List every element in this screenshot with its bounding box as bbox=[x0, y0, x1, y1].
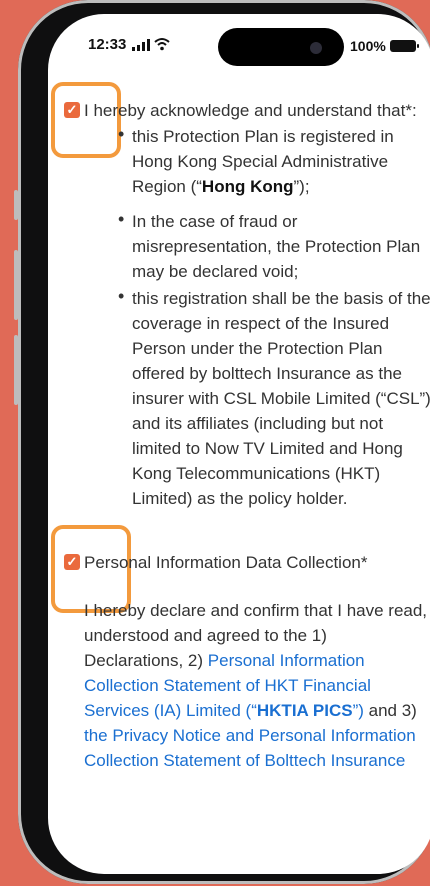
mute-switch bbox=[14, 190, 18, 220]
declaration-line3: Declarations, 2) Personal Information bbox=[84, 648, 365, 673]
bullet2-line3: may be declared void; bbox=[132, 262, 299, 281]
battery-percentage: 100% bbox=[350, 38, 386, 54]
bullet2-line2: misrepresentation, the Protection Plan bbox=[132, 237, 421, 256]
bullet3-line3: Person under the Protection Plan bbox=[132, 339, 383, 358]
declaration-line2: understood and agreed to the 1) bbox=[84, 626, 327, 645]
bullet-dot: • bbox=[118, 124, 125, 144]
hkt-pics-link[interactable]: Personal Information bbox=[208, 651, 365, 670]
link-post: ”) bbox=[352, 701, 364, 720]
hktia-pics-bold: HKTIA PICS bbox=[256, 701, 353, 720]
screen: 12:33 100% ✓ I hereby acknowledge and un… bbox=[48, 14, 430, 874]
bullet1-line3: Region (“Hong Kong”); bbox=[132, 174, 310, 199]
phone-frame: 12:33 100% ✓ I hereby acknowledge and un… bbox=[14, 0, 430, 884]
volume-down-button bbox=[14, 335, 18, 405]
volume-up-button bbox=[14, 250, 18, 320]
bullet1-line3-bold: Hong Kong bbox=[201, 177, 294, 196]
status-time: 12:33 bbox=[88, 36, 127, 53]
data-collection-title: Personal Information Data Collection* bbox=[84, 553, 368, 572]
bullet1-line3-post: ”); bbox=[293, 177, 310, 196]
camera-icon bbox=[310, 42, 322, 54]
status-bar: 12:33 100% bbox=[48, 14, 430, 74]
declaration-line5: Services (IA) Limited (“HKTIA PICS”) and… bbox=[84, 698, 417, 723]
link-pre: Services (IA) Limited (“ bbox=[84, 701, 257, 720]
battery-icon bbox=[390, 40, 419, 52]
wifi-icon bbox=[154, 38, 170, 51]
acknowledge-intro: I hereby acknowledge and understand that… bbox=[84, 101, 417, 120]
bullet3-line2: coverage in respect of the Insured bbox=[132, 314, 390, 333]
signal-icon bbox=[132, 39, 150, 51]
declaration-line1: I hereby declare and confirm that I have… bbox=[84, 601, 428, 620]
declaration-line5-post: and 3) bbox=[363, 701, 417, 720]
bullet1-line1: this Protection Plan is registered in bbox=[132, 127, 394, 146]
hkt-pics-link-line3[interactable]: Services (IA) Limited (“HKTIA PICS”) bbox=[84, 701, 364, 720]
bullet-dot: • bbox=[118, 209, 125, 229]
bullet3-line5: insurer with CSL Mobile Limited (“CSL”) bbox=[132, 389, 430, 408]
bullet-dot: • bbox=[118, 286, 125, 306]
bullet3-line4: offered by bolttech Insurance as the bbox=[132, 364, 402, 383]
bullet3-line1: this registration shall be the basis of … bbox=[132, 289, 430, 308]
dynamic-island bbox=[218, 28, 344, 66]
bullet3-line8: Kong Telecommunications (HKT) bbox=[132, 464, 381, 483]
bullet2-line1: In the case of fraud or bbox=[132, 212, 298, 231]
privacy-notice-link[interactable]: the Privacy Notice and Personal Informat… bbox=[84, 723, 416, 748]
bullet1-line3-pre: Region (“ bbox=[132, 177, 202, 196]
hkt-pics-link-line2[interactable]: Collection Statement of HKT Financial bbox=[84, 673, 371, 698]
privacy-notice-link-line2[interactable]: Collection Statement of Bolttech Insuran… bbox=[84, 748, 405, 773]
declaration-line3-pre: Declarations, 2) bbox=[84, 651, 208, 670]
bullet3-line7: limited to Now TV Limited and Hong bbox=[132, 439, 403, 458]
bullet1-line2: Hong Kong Special Administrative bbox=[132, 152, 389, 171]
bullet3-line6: and its affiliates (including but not bbox=[132, 414, 384, 433]
bullet3-line9: Limited) as the policy holder. bbox=[132, 489, 348, 508]
